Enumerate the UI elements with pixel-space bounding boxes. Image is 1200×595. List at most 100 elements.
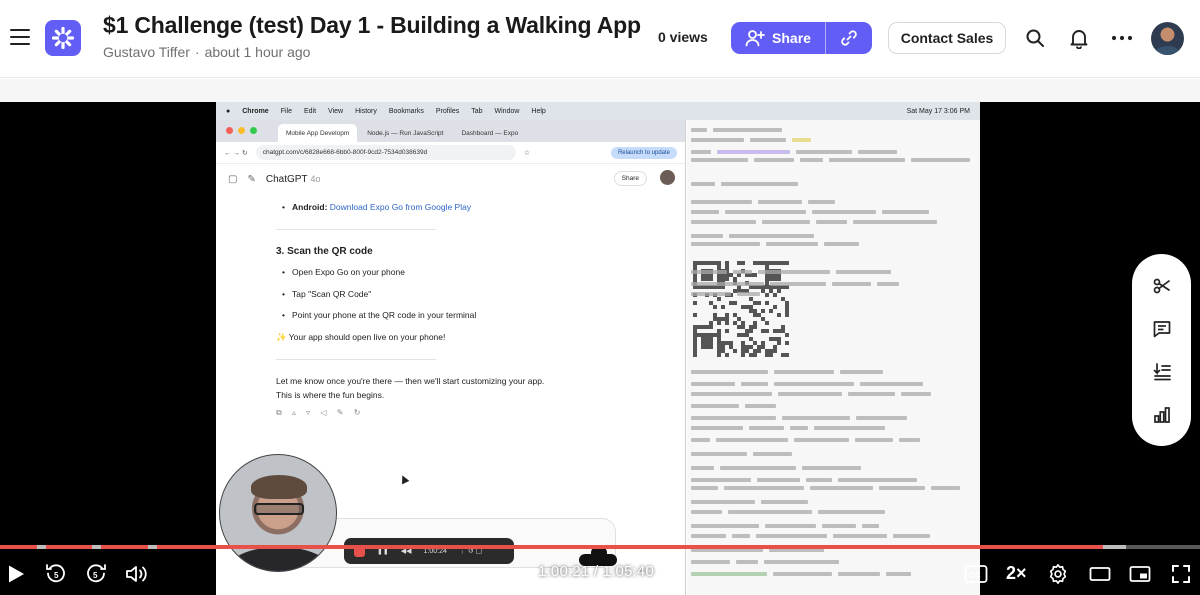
terminal-line	[729, 234, 814, 238]
contact-sales-button[interactable]: Contact Sales	[888, 22, 1006, 54]
terminal-line	[761, 500, 808, 504]
terminal-line	[822, 524, 856, 528]
header-spacer	[0, 79, 1200, 102]
terminal-line	[724, 486, 804, 490]
terminal-line	[691, 438, 710, 442]
live-note: ✨ Your app should open live on your phon…	[276, 332, 446, 342]
terminal-line	[782, 416, 850, 420]
terminal-line	[733, 270, 752, 274]
nav-arrows-icon: ← → ↻	[224, 149, 248, 157]
menu-item: Tab	[471, 107, 483, 115]
svg-text:5: 5	[54, 571, 59, 580]
terminal-line	[911, 158, 970, 162]
terminal-line	[818, 510, 885, 514]
author-name[interactable]: Gustavo Tiffer	[103, 44, 190, 60]
terminal-line	[728, 510, 812, 514]
player-controls: 5 5 1:00:21 / 1:05:40 CC 2×	[0, 553, 1200, 595]
terminal-line	[790, 426, 808, 430]
terminal-line	[691, 292, 731, 296]
more-horizontal-icon[interactable]	[1111, 27, 1133, 49]
chatgpt-header: ▢ ✎ ChatGPT 4o Share	[216, 164, 685, 194]
scissors-icon[interactable]	[1150, 274, 1174, 298]
loom-logo-icon[interactable]	[45, 20, 81, 56]
chat-share-button: Share	[613, 171, 647, 186]
terminal-line	[806, 478, 832, 482]
terminal-line	[762, 220, 810, 224]
terminal-line	[741, 382, 768, 386]
settings-icon[interactable]	[1046, 562, 1070, 586]
progress-chapter	[0, 545, 37, 549]
android-link: Download Expo Go from Google Play	[329, 202, 472, 212]
terminal-line	[691, 370, 768, 374]
closing-line: Let me know once you're there — then we'…	[276, 375, 545, 386]
progress-bar[interactable]	[0, 545, 1200, 549]
player-side-rail	[1132, 254, 1191, 446]
mac-menu-bar: ● Chrome File Edit View History Bookmark…	[216, 102, 980, 120]
terminal-line	[757, 478, 800, 482]
terminal-line	[691, 524, 759, 528]
svg-text:CC: CC	[969, 571, 981, 580]
video-player[interactable]: ● Chrome File Edit View History Bookmark…	[0, 102, 1200, 595]
page-header: $1 Challenge (test) Day 1 - Building a W…	[0, 0, 1200, 78]
terminal-line	[716, 438, 788, 442]
pip-icon[interactable]	[1128, 562, 1152, 586]
captions-icon[interactable]: CC	[964, 562, 988, 586]
terminal-line	[691, 466, 714, 470]
terminal-line	[749, 426, 784, 430]
chat-message: Android: Download Expo Go from Google Pl…	[276, 202, 676, 418]
video-title: $1 Challenge (test) Day 1 - Building a W…	[103, 12, 641, 38]
star-icon: ☆	[523, 149, 531, 157]
terminal-line	[858, 150, 897, 154]
terminal-line	[848, 392, 895, 396]
terminal-line	[800, 158, 823, 162]
model-selector: ChatGPT 4o	[265, 173, 321, 185]
terminal-line	[691, 200, 752, 204]
menu-item: Edit	[303, 107, 317, 115]
terminal-line	[720, 466, 796, 470]
terminal-line	[778, 392, 842, 396]
presenter-glasses	[254, 503, 304, 515]
blurred-terminal	[687, 120, 980, 595]
rewind-5-icon[interactable]: 5	[44, 562, 68, 586]
browser-tab: Mobile App Developm	[278, 124, 358, 142]
menu-item: File	[280, 107, 292, 115]
copy-link-button[interactable]	[825, 22, 872, 54]
browser-toolbar: ← → ↻ chatgpt.com/c/6828e668-6bb0-800f-9…	[216, 142, 685, 164]
bell-icon[interactable]	[1068, 27, 1090, 49]
hamburger-icon[interactable]	[10, 27, 30, 47]
terminal-line	[802, 466, 861, 470]
terminal-line	[838, 478, 917, 482]
volume-icon[interactable]	[125, 562, 149, 586]
terminal-line	[691, 382, 735, 386]
terminal-line	[808, 200, 835, 204]
playback-speed[interactable]: 2×	[1006, 563, 1027, 584]
forward-5-icon[interactable]: 5	[84, 562, 108, 586]
terminal-line	[814, 426, 885, 430]
terminal-line	[691, 182, 715, 186]
terminal-line	[855, 438, 893, 442]
transcript-icon[interactable]	[1150, 360, 1174, 384]
play-icon[interactable]	[4, 562, 28, 586]
terminal-line	[691, 210, 719, 214]
comment-icon[interactable]	[1150, 317, 1174, 341]
terminal-line	[750, 138, 786, 142]
terminal-line	[745, 404, 776, 408]
progress-chapter	[101, 545, 148, 549]
terminal-line	[691, 416, 776, 420]
view-count[interactable]: 0 views	[658, 29, 708, 45]
menu-item: Profiles	[435, 107, 460, 115]
share-button[interactable]: Share	[731, 22, 825, 54]
chat-avatar	[660, 170, 675, 185]
theater-icon[interactable]	[1088, 562, 1112, 586]
insights-icon[interactable]	[1150, 403, 1174, 427]
user-avatar[interactable]	[1151, 22, 1184, 55]
terminal-line	[691, 282, 764, 286]
terminal-line	[691, 242, 760, 246]
search-icon[interactable]	[1024, 27, 1046, 49]
terminal-line	[816, 220, 847, 224]
fullscreen-icon[interactable]	[1169, 562, 1193, 586]
terminal-line	[691, 220, 756, 224]
menu-item: Window	[494, 107, 520, 115]
menu-item: Help	[531, 107, 546, 115]
terminal-line	[713, 128, 782, 132]
